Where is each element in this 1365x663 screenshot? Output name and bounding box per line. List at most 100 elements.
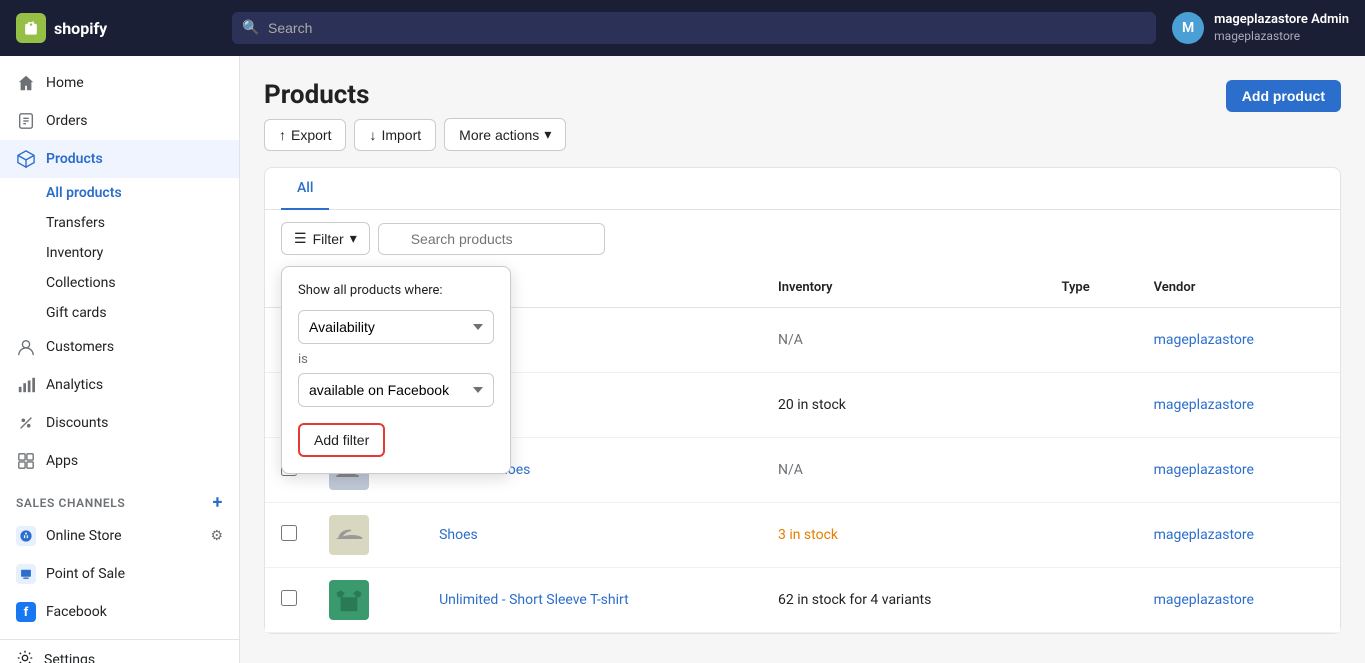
filter-value-select[interactable]: available on Facebook available on Onlin…: [298, 373, 494, 407]
sidebar-sub-label-gift-cards: Gift cards: [46, 305, 107, 321]
row-checkbox-5[interactable]: [281, 590, 297, 606]
sidebar-label-discounts: Discounts: [46, 415, 108, 431]
row-checkbox-4[interactable]: [281, 525, 297, 541]
user-info: mageplazastore Admin mageplazastore: [1214, 12, 1349, 44]
import-button[interactable]: ↓ Import: [354, 119, 436, 151]
online-store-settings-icon[interactable]: ⚙: [210, 528, 223, 544]
td-type-5: [1045, 568, 1137, 633]
topbar: shopify 🔍 M mageplazastore Admin magepla…: [0, 0, 1365, 56]
more-actions-button[interactable]: More actions ▾: [444, 118, 566, 151]
sidebar-label-customers: Customers: [46, 339, 114, 355]
vendor-4[interactable]: mageplazastore: [1154, 527, 1254, 543]
chevron-down-icon: ▾: [544, 126, 551, 143]
tabs-bar: All: [265, 168, 1340, 210]
export-icon: ↑: [279, 127, 286, 143]
topbar-search-input[interactable]: [232, 12, 1156, 44]
sidebar-sub-gift-cards[interactable]: Gift cards: [46, 298, 239, 328]
td-inventory-4: 3 in stock: [762, 503, 1045, 568]
add-channel-icon[interactable]: +: [213, 492, 224, 513]
product-thumb-5: [329, 580, 369, 620]
td-checkbox-4[interactable]: [265, 503, 313, 568]
vendor-3[interactable]: mageplazastore: [1154, 462, 1254, 478]
inventory-2: 20 in stock: [778, 397, 846, 413]
sidebar-sub-products: All products Transfers Inventory Collect…: [0, 178, 239, 328]
products-card: All ☰ Filter ▾ 🔍 Show all products where…: [264, 167, 1341, 634]
tab-all[interactable]: All: [281, 168, 329, 210]
customers-icon: [16, 337, 36, 357]
page-actions: ↑ Export ↓ Import More actions ▾: [264, 118, 566, 151]
sidebar-item-orders[interactable]: Orders: [0, 102, 239, 140]
sidebar-item-products[interactable]: Products: [0, 140, 239, 178]
user-name: mageplazastore Admin: [1214, 12, 1349, 29]
bag-icon: [21, 18, 41, 38]
vendor-5[interactable]: mageplazastore: [1154, 592, 1254, 608]
inventory-1: N/A: [778, 332, 803, 348]
td-name-4: Shoes: [423, 503, 762, 568]
main-content: Products ↑ Export ↓ Import More actions …: [240, 56, 1365, 663]
sidebar-label-facebook: Facebook: [46, 604, 107, 620]
th-vendor: Vendor: [1138, 267, 1340, 308]
sidebar-item-facebook[interactable]: f Facebook: [0, 593, 239, 631]
import-icon: ↓: [369, 127, 376, 143]
orders-icon: [16, 111, 36, 131]
topbar-search[interactable]: 🔍: [232, 12, 1156, 44]
analytics-icon: [16, 375, 36, 395]
sidebar-item-home[interactable]: Home: [0, 64, 239, 102]
export-button[interactable]: ↑ Export: [264, 119, 346, 151]
user-menu[interactable]: M mageplazastore Admin mageplazastore: [1172, 12, 1349, 44]
sidebar-item-apps[interactable]: Apps: [0, 442, 239, 480]
online-store-icon: [16, 526, 36, 546]
search-products-input[interactable]: [378, 223, 605, 255]
sidebar-sub-inventory[interactable]: Inventory: [46, 238, 239, 268]
sidebar-item-discounts[interactable]: Discounts: [0, 404, 239, 442]
settings-label: Settings: [44, 652, 95, 663]
td-vendor-2: mageplazastore: [1138, 373, 1340, 438]
sidebar-label-apps: Apps: [46, 453, 78, 469]
apps-icon: [16, 451, 36, 471]
sidebar-item-customers[interactable]: Customers: [0, 328, 239, 366]
filter-operator-label: is: [298, 352, 494, 367]
td-image-4: [313, 503, 423, 568]
sidebar-sub-label-transfers: Transfers: [46, 215, 105, 231]
sidebar-label-home: Home: [46, 75, 84, 91]
settings-icon: [16, 649, 34, 663]
sidebar-item-online-store[interactable]: Online Store ⚙: [0, 517, 239, 555]
sidebar-sub-label-all-products: All products: [46, 185, 122, 201]
sidebar-item-settings[interactable]: Settings: [0, 639, 239, 663]
td-inventory-2: 20 in stock: [762, 373, 1045, 438]
product-name-5[interactable]: Unlimited - Short Sleeve T-shirt: [439, 592, 629, 608]
filter-chevron-icon: ▾: [350, 230, 357, 247]
sidebar-item-analytics[interactable]: Analytics: [0, 366, 239, 404]
vendor-2[interactable]: mageplazastore: [1154, 397, 1254, 413]
sidebar: Home Orders Products All products: [0, 56, 240, 663]
page-title: Products: [264, 80, 566, 110]
avatar-initials: M: [1182, 20, 1194, 36]
add-filter-button[interactable]: Add filter: [298, 423, 385, 457]
sidebar-sub-transfers[interactable]: Transfers: [46, 208, 239, 238]
td-checkbox-5[interactable]: [265, 568, 313, 633]
sidebar-label-products: Products: [46, 151, 103, 167]
td-inventory-1: N/A: [762, 308, 1045, 373]
sidebar-item-point-of-sale[interactable]: Point of Sale: [0, 555, 239, 593]
sales-channels-title: SALES CHANNELS +: [0, 480, 239, 517]
filter-button[interactable]: ☰ Filter ▾: [281, 222, 370, 255]
filter-btn-label: Filter: [313, 231, 344, 247]
layout: Home Orders Products All products: [0, 56, 1365, 663]
td-vendor-5: mageplazastore: [1138, 568, 1340, 633]
online-store-left: Online Store: [16, 526, 122, 546]
td-type-4: [1045, 503, 1137, 568]
sidebar-sub-all-products[interactable]: All products: [46, 178, 239, 208]
table-row: Shoes 3 in stock mageplazastore: [265, 503, 1340, 568]
filter-icon: ☰: [294, 230, 307, 247]
page-header: Products ↑ Export ↓ Import More actions …: [264, 80, 1341, 151]
logo[interactable]: shopify: [16, 13, 216, 43]
td-vendor-3: mageplazastore: [1138, 438, 1340, 503]
add-product-button[interactable]: Add product: [1226, 80, 1341, 112]
sidebar-sub-collections[interactable]: Collections: [46, 268, 239, 298]
filter-condition-select[interactable]: Availability Product type Vendor Tagged …: [298, 310, 494, 344]
vendor-1[interactable]: mageplazastore: [1154, 332, 1254, 348]
filter-bar: ☰ Filter ▾ 🔍 Show all products where: Av…: [265, 210, 1340, 267]
topbar-search-icon: 🔍: [242, 20, 259, 36]
product-name-4[interactable]: Shoes: [439, 527, 478, 543]
td-inventory-5: 62 in stock for 4 variants: [762, 568, 1045, 633]
